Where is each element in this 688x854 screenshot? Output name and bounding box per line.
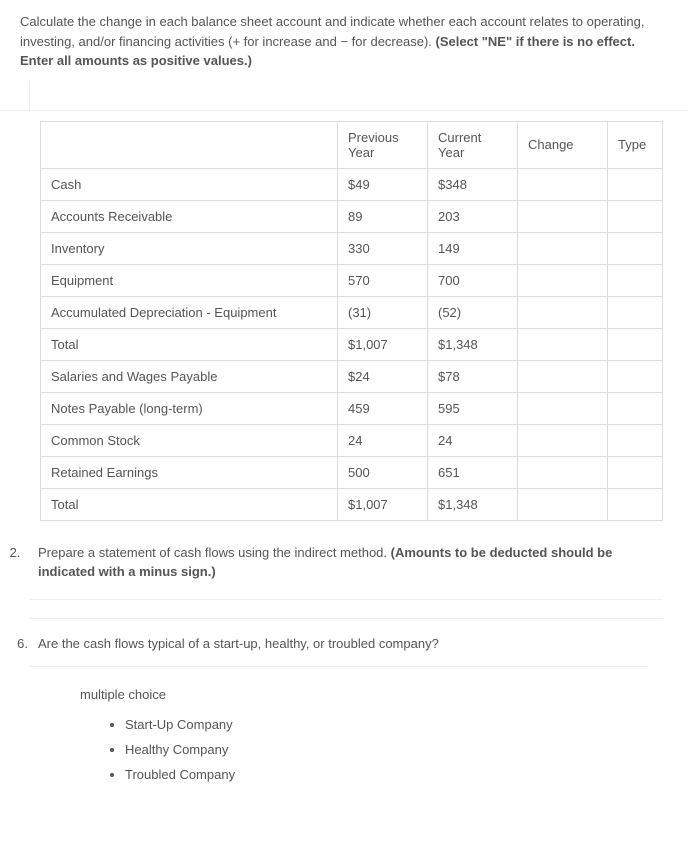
cell-previous: $24: [338, 360, 428, 392]
choice-list: Start-Up Company Healthy Company Trouble…: [30, 712, 648, 787]
multiple-choice-label: multiple choice: [30, 666, 648, 712]
cell-change-input[interactable]: [518, 232, 608, 264]
cell-account: Total: [41, 488, 338, 520]
cell-type-input[interactable]: [608, 360, 663, 392]
cell-type-input[interactable]: [608, 456, 663, 488]
table-row: Common Stock 24 24: [41, 424, 663, 456]
cell-account: Common Stock: [41, 424, 338, 456]
cell-previous: 570: [338, 264, 428, 296]
balance-sheet-table: Previous Year Current Year Change Type C…: [40, 121, 663, 521]
cell-type-input[interactable]: [608, 392, 663, 424]
cell-type-input[interactable]: [608, 200, 663, 232]
table-row: Inventory 330 149: [41, 232, 663, 264]
cell-change-input[interactable]: [518, 328, 608, 360]
header-change: Change: [518, 121, 608, 168]
cell-current: $1,348: [428, 328, 518, 360]
cell-account: Accounts Receivable: [41, 200, 338, 232]
cell-change-input[interactable]: [518, 360, 608, 392]
cell-account: Equipment: [41, 264, 338, 296]
cell-change-input[interactable]: [518, 456, 608, 488]
cell-change-input[interactable]: [518, 296, 608, 328]
cell-account: Inventory: [41, 232, 338, 264]
instructions-text: Calculate the change in each balance she…: [0, 0, 688, 81]
table-row: Accounts Receivable 89 203: [41, 200, 663, 232]
cell-current: 700: [428, 264, 518, 296]
cell-current: 651: [428, 456, 518, 488]
cell-type-input[interactable]: [608, 328, 663, 360]
cell-account: Salaries and Wages Payable: [41, 360, 338, 392]
question-6: 6. Are the cash flows typical of a start…: [0, 624, 688, 804]
question-2: 2. Prepare a statement of cash flows usi…: [0, 531, 688, 594]
header-account: [41, 121, 338, 168]
cell-current: $348: [428, 168, 518, 200]
cell-current: 24: [428, 424, 518, 456]
question-2-number: 2.: [0, 543, 30, 582]
cell-previous: 89: [338, 200, 428, 232]
header-current: Current Year: [428, 121, 518, 168]
table-row: Notes Payable (long-term) 459 595: [41, 392, 663, 424]
cell-previous: 500: [338, 456, 428, 488]
cell-change-input[interactable]: [518, 424, 608, 456]
table-row: Total $1,007 $1,348: [41, 328, 663, 360]
spacer: [30, 599, 663, 619]
cell-change-input[interactable]: [518, 200, 608, 232]
cell-previous: 330: [338, 232, 428, 264]
cell-account: Accumulated Depreciation - Equipment: [41, 296, 338, 328]
table-row: Accumulated Depreciation - Equipment (31…: [41, 296, 663, 328]
balance-sheet-table-wrap: Previous Year Current Year Change Type C…: [0, 111, 688, 531]
choice-healthy[interactable]: Healthy Company: [125, 737, 648, 762]
cell-current: (52): [428, 296, 518, 328]
cell-current: 203: [428, 200, 518, 232]
cell-type-input[interactable]: [608, 296, 663, 328]
question-6-number: 6.: [0, 636, 38, 651]
table-row: Retained Earnings 500 651: [41, 456, 663, 488]
cell-account: Retained Earnings: [41, 456, 338, 488]
cell-type-input[interactable]: [608, 168, 663, 200]
cell-account: Notes Payable (long-term): [41, 392, 338, 424]
cell-current: 595: [428, 392, 518, 424]
table-row: Cash $49 $348: [41, 168, 663, 200]
cell-previous: $1,007: [338, 328, 428, 360]
choice-startup[interactable]: Start-Up Company: [125, 712, 648, 737]
header-previous: Previous Year: [338, 121, 428, 168]
table-row: Salaries and Wages Payable $24 $78: [41, 360, 663, 392]
cell-account: Total: [41, 328, 338, 360]
cell-change-input[interactable]: [518, 264, 608, 296]
cell-type-input[interactable]: [608, 424, 663, 456]
cell-previous: 459: [338, 392, 428, 424]
choice-troubled[interactable]: Troubled Company: [125, 762, 648, 787]
question-6-text: Are the cash flows typical of a start-up…: [38, 636, 673, 651]
cell-current: 149: [428, 232, 518, 264]
cell-type-input[interactable]: [608, 232, 663, 264]
cell-previous: 24: [338, 424, 428, 456]
cell-previous: (31): [338, 296, 428, 328]
header-type: Type: [608, 121, 663, 168]
cell-change-input[interactable]: [518, 488, 608, 520]
question-2-text: Prepare a statement of cash flows using …: [30, 543, 673, 582]
cell-current: $78: [428, 360, 518, 392]
cell-change-input[interactable]: [518, 168, 608, 200]
table-row: Total $1,007 $1,348: [41, 488, 663, 520]
cell-change-input[interactable]: [518, 392, 608, 424]
table-row: Equipment 570 700: [41, 264, 663, 296]
cell-current: $1,348: [428, 488, 518, 520]
cell-account: Cash: [41, 168, 338, 200]
spacer-row: [0, 81, 688, 111]
cell-type-input[interactable]: [608, 488, 663, 520]
cell-type-input[interactable]: [608, 264, 663, 296]
cell-previous: $49: [338, 168, 428, 200]
cell-previous: $1,007: [338, 488, 428, 520]
table-body: Cash $49 $348 Accounts Receivable 89 203…: [41, 168, 663, 520]
